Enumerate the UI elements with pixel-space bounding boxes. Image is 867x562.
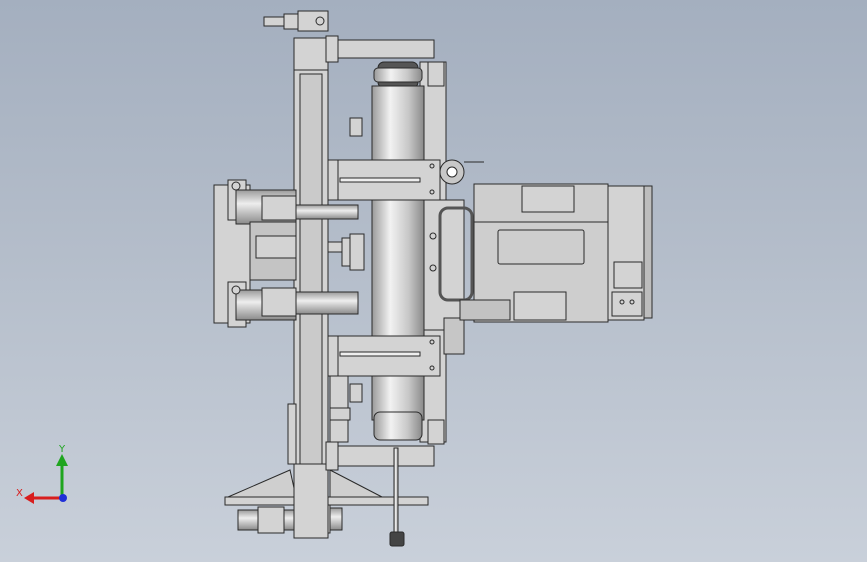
drive-motor[interactable] xyxy=(459,183,609,323)
z-axis-dot xyxy=(59,494,67,502)
lower-bracket[interactable] xyxy=(327,335,441,377)
bottom-arm[interactable] xyxy=(325,441,435,471)
encoder-wheel[interactable] xyxy=(439,159,484,185)
main-lift-cylinder[interactable] xyxy=(371,61,425,441)
main-column[interactable] xyxy=(293,37,329,539)
upper-bracket[interactable] xyxy=(327,159,441,201)
top-arm[interactable] xyxy=(325,35,435,63)
center-adjust-nut[interactable] xyxy=(327,233,365,271)
y-axis-arrowhead xyxy=(56,454,68,466)
x-axis-arrowhead xyxy=(24,492,34,504)
top-eye-bolt[interactable] xyxy=(263,10,329,32)
assembly-model-view[interactable]: Y X xyxy=(0,0,867,562)
x-axis-label: X xyxy=(16,488,23,499)
left-clamp-assembly[interactable] xyxy=(213,179,359,328)
view-orientation-triad: Y X xyxy=(16,444,68,504)
y-axis-label: Y xyxy=(58,444,66,455)
motor-end-cap[interactable] xyxy=(607,185,653,321)
cad-graphics-viewport[interactable]: Y X xyxy=(0,0,867,562)
